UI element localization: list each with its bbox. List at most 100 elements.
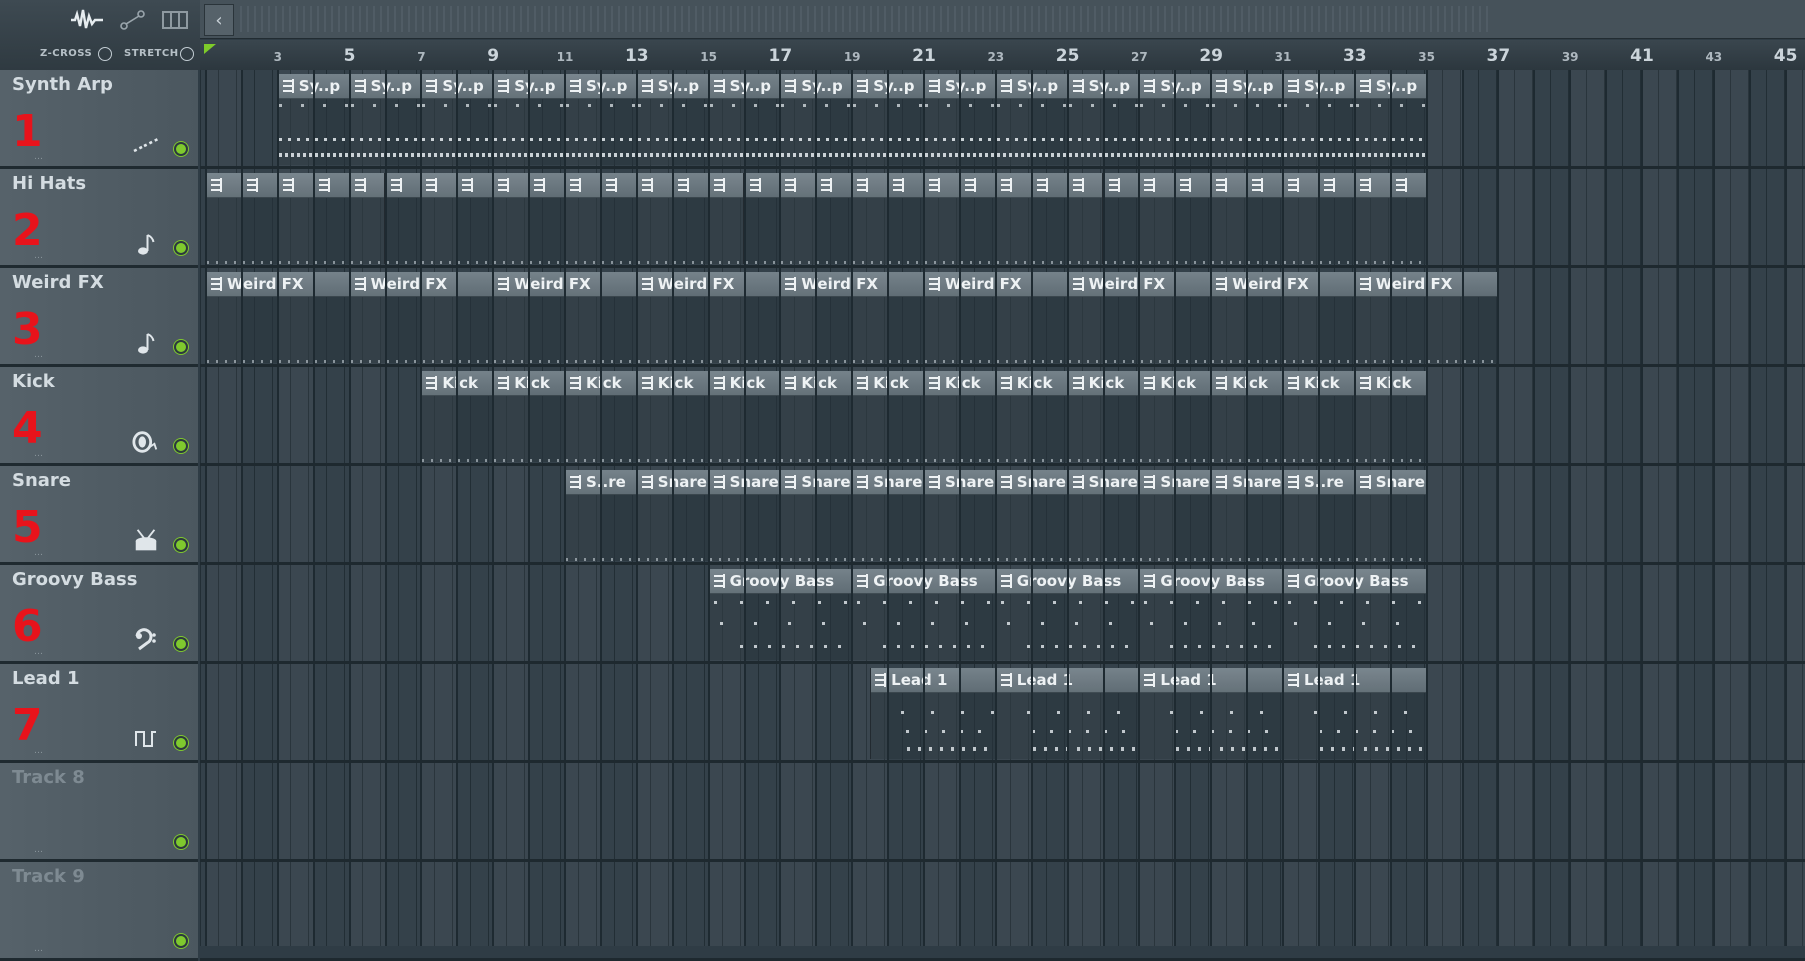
bar-line (205, 70, 207, 946)
bar-line (1102, 70, 1105, 946)
bar-line (1461, 70, 1464, 946)
bar-line (240, 70, 243, 946)
bar-line (994, 70, 997, 946)
bar-band (1570, 70, 1606, 946)
pattern-icon[interactable] (893, 178, 906, 192)
pattern-icon[interactable] (1323, 178, 1336, 192)
bar-line (1641, 70, 1643, 946)
track-header[interactable]: Synth Arp 1… (0, 70, 198, 169)
track-grip-icon[interactable]: … (34, 251, 44, 261)
track-mute-led[interactable] (174, 241, 188, 255)
track-name: Groovy Bass (12, 569, 138, 590)
track-header[interactable]: Groovy Bass 6… (0, 565, 198, 664)
bar-line (1712, 70, 1715, 946)
track-grip-icon[interactable]: … (34, 350, 44, 360)
track-grip-icon[interactable]: … (34, 449, 44, 459)
bar-line (635, 70, 638, 946)
track-header[interactable]: Track 9… (0, 862, 198, 961)
lane-separator (200, 463, 1805, 466)
piano-roll-tool-icon[interactable] (160, 6, 190, 34)
track-grip-icon[interactable]: … (34, 548, 44, 558)
track-header[interactable]: Track 8 … (0, 763, 198, 862)
automation-tool-icon[interactable] (118, 6, 148, 34)
bar-band (780, 70, 816, 946)
track-mute-led[interactable] (174, 340, 188, 354)
track-name: Hi Hats (12, 173, 87, 194)
pattern-clip[interactable] (241, 173, 278, 264)
track-name: Track 8 (12, 767, 85, 788)
bar-band (493, 70, 529, 946)
playhead-marker-icon[interactable] (204, 44, 216, 54)
track-grip-icon[interactable]: … (34, 647, 44, 657)
track-grip-icon[interactable]: … (34, 845, 44, 855)
clip-title-bar[interactable] (242, 173, 277, 198)
pattern-icon[interactable] (749, 178, 762, 192)
pattern-icon[interactable] (318, 178, 331, 192)
scroll-left-button[interactable]: ‹ (204, 4, 234, 36)
bar-line (1066, 70, 1069, 946)
lane-separator (200, 661, 1805, 664)
bar-band (1283, 70, 1319, 946)
bar-band (1498, 70, 1534, 946)
bar-line (1353, 70, 1356, 946)
bar-band (637, 70, 673, 946)
clip-title-bar[interactable] (386, 173, 421, 198)
chevron-left-icon: ‹ (215, 9, 223, 31)
pattern-clip[interactable] (385, 173, 422, 264)
snare-drum-icon (132, 528, 160, 554)
pattern-icon[interactable] (964, 178, 977, 192)
lane-separator (200, 265, 1805, 268)
track-mute-led[interactable] (174, 142, 188, 156)
pattern-icon[interactable] (605, 178, 618, 192)
stretch-toggle[interactable] (180, 47, 194, 61)
pattern-icon[interactable] (390, 178, 403, 192)
pattern-icon[interactable] (677, 178, 690, 192)
track-mute-led[interactable] (174, 835, 188, 849)
bar-line (1784, 70, 1787, 946)
bar-line (1317, 70, 1320, 946)
track-header[interactable]: Lead 1 7… (0, 664, 198, 763)
track-header[interactable]: Snare 5… (0, 466, 198, 565)
track-header[interactable]: Hi Hats 2… (0, 169, 198, 268)
track-mute-led[interactable] (174, 439, 188, 453)
track-mute-led[interactable] (174, 637, 188, 651)
pattern-icon[interactable] (1395, 178, 1408, 192)
waveform-tool-icon[interactable] (68, 6, 106, 34)
bar-band (1642, 70, 1678, 946)
pattern-icon[interactable] (821, 178, 834, 192)
track-grip-icon[interactable]: … (34, 152, 44, 162)
bar-line (564, 70, 566, 946)
bar-line (923, 70, 925, 946)
playlist-tools-header: Z-CROSS STRETCH (0, 0, 200, 70)
track-name: Snare (12, 470, 72, 491)
clip-notes-preview (242, 197, 277, 264)
bar-line (1210, 70, 1213, 946)
track-number: 1 (12, 106, 43, 157)
bar-line (1174, 70, 1177, 946)
pattern-icon[interactable] (246, 178, 259, 192)
pattern-icon[interactable] (1036, 178, 1049, 192)
track-mute-led[interactable] (174, 736, 188, 750)
pattern-icon[interactable] (462, 178, 475, 192)
bar-line (743, 70, 746, 946)
pattern-icon[interactable] (1108, 178, 1121, 192)
track-number: 2 (12, 205, 43, 256)
bar-band (350, 70, 386, 946)
track-grip-icon[interactable]: … (34, 746, 44, 756)
bar-line (420, 70, 423, 946)
bar-line (851, 70, 854, 946)
bar-line (276, 70, 279, 946)
bass-clef-icon (132, 627, 160, 653)
track-mute-led[interactable] (174, 538, 188, 552)
bar-band (1714, 70, 1750, 946)
bar-band (996, 70, 1032, 946)
track-name: Weird FX (12, 272, 104, 293)
zcross-toggle[interactable] (98, 47, 112, 61)
track-header[interactable]: Weird FX 3… (0, 268, 198, 367)
pattern-icon[interactable] (1252, 178, 1265, 192)
bar-line (1533, 70, 1536, 946)
pattern-icon[interactable] (534, 178, 547, 192)
bar-line (348, 70, 351, 946)
pattern-icon[interactable] (1180, 178, 1193, 192)
track-header[interactable]: Kick 4… (0, 367, 198, 466)
